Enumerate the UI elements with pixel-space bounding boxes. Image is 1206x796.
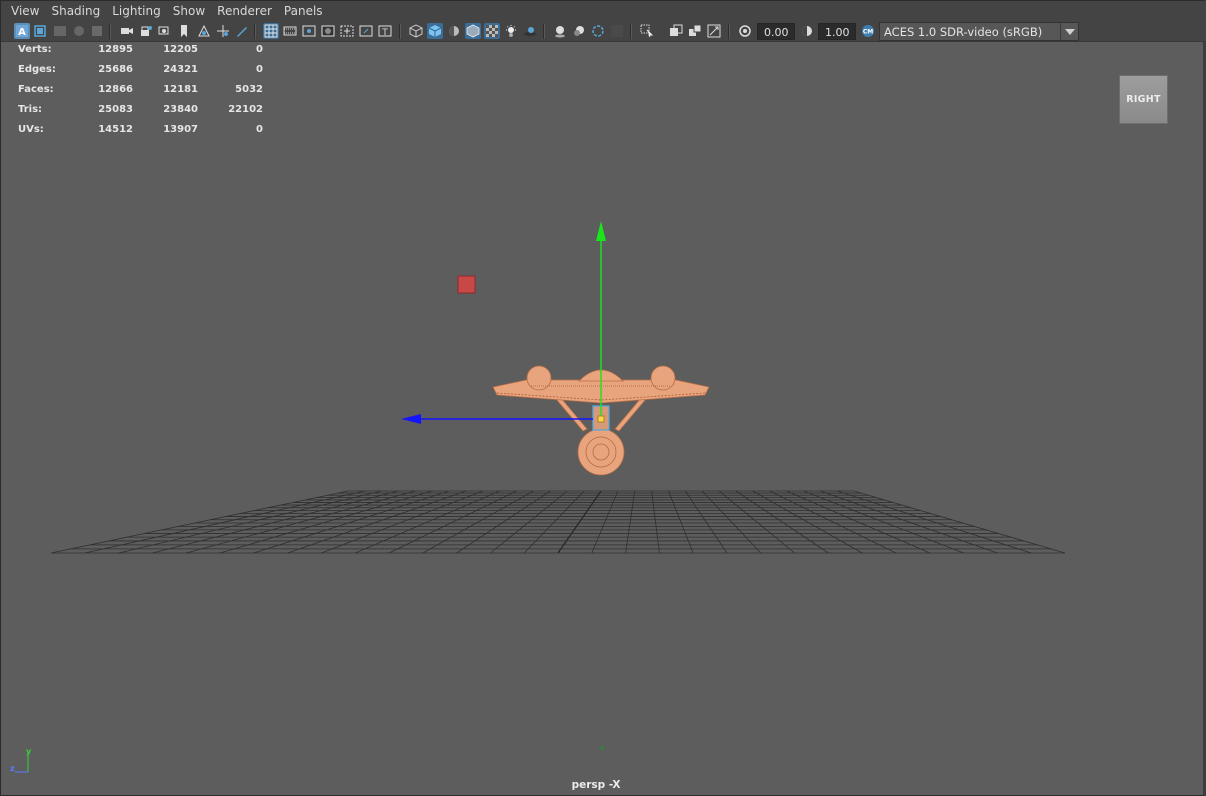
view-cube[interactable]: RIGHT xyxy=(1119,75,1168,124)
color-management-icon[interactable]: CM xyxy=(860,23,876,39)
xray-active-icon[interactable] xyxy=(687,23,703,39)
toolbar-separator xyxy=(728,24,730,39)
camera-icon[interactable] xyxy=(119,23,135,39)
manipulator-y-handle[interactable] xyxy=(596,221,606,241)
menu-renderer[interactable]: Renderer xyxy=(211,1,278,21)
wireframe-on-shaded-icon[interactable] xyxy=(465,23,481,39)
menu-lighting[interactable]: Lighting xyxy=(106,1,167,21)
gamma-field[interactable]: 1.00 xyxy=(818,23,856,40)
camera-attributes-2-icon[interactable] xyxy=(157,23,173,39)
smooth-shade-icon[interactable] xyxy=(427,23,443,39)
panel-menu-bar: View Shading Lighting Show Renderer Pane… xyxy=(1,1,1206,21)
depth-of-field-icon[interactable] xyxy=(609,23,625,39)
grid-icon[interactable] xyxy=(263,23,279,39)
color-management-value: ACES 1.0 SDR-video (sRGB) xyxy=(884,24,1043,39)
bookmark-dim-icon[interactable] xyxy=(71,23,87,39)
ground-grid xyxy=(50,490,1066,554)
menu-show[interactable]: Show xyxy=(167,1,211,21)
axis-y-label: y xyxy=(26,747,32,756)
wireframe-icon[interactable] xyxy=(408,23,424,39)
svg-text:T: T xyxy=(381,28,388,38)
bookmark-icon[interactable] xyxy=(176,23,192,39)
image-plane-dim-icon[interactable] xyxy=(89,23,105,39)
toolbar-separator xyxy=(399,24,401,39)
isolate-icon[interactable] xyxy=(639,23,655,39)
lock-camera-icon[interactable] xyxy=(138,23,154,39)
field-chart-icon[interactable] xyxy=(339,23,355,39)
screen-space-ao-icon[interactable] xyxy=(552,23,568,39)
chevron-down-icon[interactable] xyxy=(1060,23,1078,40)
origin-marker xyxy=(599,745,605,751)
2d-pan-zoom-icon[interactable] xyxy=(215,23,231,39)
viewport-scene[interactable] xyxy=(1,42,1201,782)
resolution-gate-icon[interactable] xyxy=(301,23,317,39)
view-cube-face-label: RIGHT xyxy=(1126,94,1161,105)
toolbar-separator xyxy=(109,24,111,39)
viewport-panel[interactable]: View Shading Lighting Show Renderer Pane… xyxy=(0,0,1206,796)
manipulator-center[interactable] xyxy=(597,415,605,423)
grid-line xyxy=(50,490,349,554)
toolbar-separator xyxy=(630,24,632,39)
color-management-dropdown[interactable]: ACES 1.0 SDR-video (sRGB) xyxy=(879,22,1079,41)
xray-icon[interactable] xyxy=(484,23,500,39)
camera-attributes-icon[interactable] xyxy=(52,23,68,39)
safe-title-icon[interactable]: T xyxy=(377,23,393,39)
svg-text:A: A xyxy=(18,27,26,38)
axis-z-label: z xyxy=(10,764,15,773)
panel-toolbar: A T 0.00 1.00 CM ACES 1.0 SDR-video (sRG… xyxy=(1,21,1206,42)
motion-blur-icon[interactable] xyxy=(571,23,587,39)
camera-name-label: persp -X xyxy=(571,779,621,791)
shadows-icon[interactable] xyxy=(522,23,538,39)
toolbar-separator xyxy=(543,24,545,39)
manipulator-z-handle[interactable] xyxy=(401,414,421,424)
isolate-select-icon[interactable] xyxy=(32,23,48,39)
film-gate-icon[interactable] xyxy=(282,23,298,39)
gamma-icon[interactable] xyxy=(799,23,815,39)
exposure-field[interactable]: 0.00 xyxy=(757,23,795,40)
grid-line xyxy=(853,490,1066,554)
image-plane-icon[interactable] xyxy=(196,23,212,39)
menu-panels[interactable]: Panels xyxy=(278,1,329,21)
backface-culling-icon[interactable] xyxy=(706,23,722,39)
default-material-icon[interactable] xyxy=(446,23,462,39)
toolbar-separator xyxy=(254,24,256,39)
menu-shading[interactable]: Shading xyxy=(45,1,106,21)
select-camera-icon[interactable]: A xyxy=(14,23,30,39)
safe-action-icon[interactable] xyxy=(358,23,374,39)
gate-mask-icon[interactable] xyxy=(320,23,336,39)
light-marker[interactable] xyxy=(457,275,476,294)
exposure-icon[interactable] xyxy=(737,23,753,39)
menu-view[interactable]: View xyxy=(5,1,45,21)
xray-joints-icon[interactable] xyxy=(668,23,684,39)
grease-pencil-icon[interactable] xyxy=(234,23,250,39)
anti-aliasing-icon[interactable] xyxy=(590,23,606,39)
svg-text:CM: CM xyxy=(863,29,873,36)
use-all-lights-icon[interactable] xyxy=(503,23,519,39)
